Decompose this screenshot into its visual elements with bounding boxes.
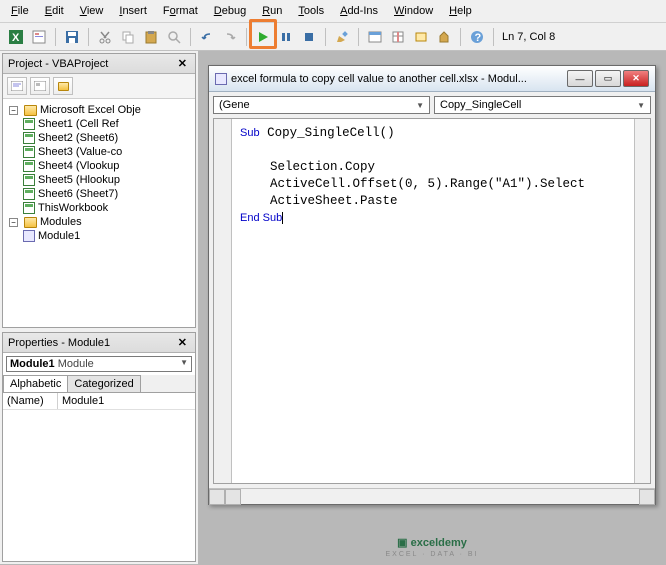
- code-window-titlebar[interactable]: excel formula to copy cell value to anot…: [209, 66, 655, 92]
- close-icon[interactable]: ✕: [175, 336, 190, 349]
- menu-debug[interactable]: Debug: [207, 2, 253, 20]
- horizontal-scrollbar[interactable]: [209, 488, 655, 504]
- sheet-icon: [23, 118, 35, 130]
- break-icon[interactable]: [276, 27, 296, 47]
- properties-object-select[interactable]: Module1 Module ▼: [6, 356, 192, 372]
- collapse-icon[interactable]: −: [9, 106, 18, 115]
- tree-module1[interactable]: Module1: [38, 230, 80, 242]
- tree-sheet[interactable]: Sheet3 (Value-co: [38, 146, 122, 158]
- tree-folder-excel-objects[interactable]: Microsoft Excel Obje: [40, 104, 141, 116]
- sheet-icon: [23, 202, 35, 214]
- menu-run[interactable]: Run: [255, 2, 289, 20]
- scroll-right-icon[interactable]: [639, 489, 655, 505]
- excel-icon[interactable]: X: [6, 27, 26, 47]
- procedure-combo[interactable]: Copy_SingleCell▼: [434, 96, 651, 114]
- menu-format[interactable]: Format: [156, 2, 205, 20]
- full-module-view-icon[interactable]: [225, 489, 241, 505]
- menu-tools[interactable]: Tools: [291, 2, 331, 20]
- project-explorer-icon[interactable]: [365, 27, 385, 47]
- module-icon: [215, 73, 227, 85]
- design-mode-icon[interactable]: [332, 27, 352, 47]
- insert-module-icon[interactable]: [29, 27, 49, 47]
- toolbox-icon[interactable]: [434, 27, 454, 47]
- menu-edit[interactable]: Edit: [38, 2, 71, 20]
- code-window-title: excel formula to copy cell value to anot…: [231, 73, 563, 85]
- folder-icon: [24, 105, 37, 116]
- menu-insert[interactable]: Insert: [112, 2, 154, 20]
- undo-icon[interactable]: [197, 27, 217, 47]
- properties-grid: (Name) Module1: [3, 392, 195, 410]
- redo-icon[interactable]: [220, 27, 240, 47]
- maximize-icon[interactable]: ▭: [595, 70, 621, 87]
- close-icon[interactable]: ✕: [175, 57, 190, 70]
- module-icon: [23, 230, 35, 242]
- sheet-icon: [23, 188, 35, 200]
- copy-icon[interactable]: [118, 27, 138, 47]
- toolbar: X ? Ln 7, Col 8: [0, 23, 666, 51]
- reset-icon[interactable]: [299, 27, 319, 47]
- tree-sheet[interactable]: Sheet6 (Sheet7): [38, 188, 118, 200]
- vertical-scrollbar[interactable]: [634, 119, 650, 483]
- save-icon[interactable]: [62, 27, 82, 47]
- brand-watermark: ▣ exceldemy EXCEL · DATA · BI: [386, 530, 479, 558]
- properties-panel-title: Properties - Module1: [8, 337, 110, 349]
- menu-addins[interactable]: Add-Ins: [333, 2, 385, 20]
- tab-alphabetic[interactable]: Alphabetic: [3, 375, 68, 392]
- close-icon[interactable]: ✕: [623, 70, 649, 87]
- project-explorer-panel: Project - VBAProject ✕ − Microsoft Excel …: [2, 53, 196, 328]
- menu-bar: File Edit View Insert Format Debug Run T…: [0, 0, 666, 23]
- properties-panel: Properties - Module1 ✕ Module1 Module ▼ …: [2, 332, 196, 562]
- menu-view[interactable]: View: [73, 2, 111, 20]
- cursor-position: Ln 7, Col 8: [502, 31, 555, 43]
- tree-sheet[interactable]: Sheet2 (Sheet6): [38, 132, 118, 144]
- menu-file[interactable]: File: [4, 2, 36, 20]
- paste-icon[interactable]: [141, 27, 161, 47]
- svg-text:?: ?: [475, 32, 482, 44]
- sheet-icon: [23, 146, 35, 158]
- view-code-icon[interactable]: [7, 77, 27, 95]
- toggle-folders-icon[interactable]: [53, 77, 73, 95]
- property-name-value[interactable]: Module1: [58, 393, 108, 409]
- tree-sheet[interactable]: Sheet4 (Vlookup: [38, 160, 119, 172]
- sheet-icon: [23, 174, 35, 186]
- code-editor[interactable]: Sub Copy_SingleCell() Selection.Copy Act…: [232, 119, 634, 483]
- svg-text:X: X: [12, 32, 20, 44]
- project-tree[interactable]: − Microsoft Excel Obje Sheet1 (Cell Ref S…: [3, 99, 195, 327]
- chevron-down-icon: ▼: [416, 101, 424, 110]
- tab-categorized[interactable]: Categorized: [67, 375, 140, 392]
- minimize-icon[interactable]: —: [567, 70, 593, 87]
- run-icon[interactable]: [253, 27, 273, 47]
- find-icon[interactable]: [164, 27, 184, 47]
- code-gutter: [214, 119, 232, 483]
- code-window: excel formula to copy cell value to anot…: [208, 65, 656, 505]
- view-object-icon[interactable]: [30, 77, 50, 95]
- menu-help[interactable]: Help: [442, 2, 479, 20]
- help-icon[interactable]: ?: [467, 27, 487, 47]
- object-combo[interactable]: (Gene▼: [213, 96, 430, 114]
- tree-sheet[interactable]: ThisWorkbook: [38, 202, 108, 214]
- tree-sheet[interactable]: Sheet1 (Cell Ref: [38, 118, 119, 130]
- collapse-icon[interactable]: −: [9, 218, 18, 227]
- tree-folder-modules[interactable]: Modules: [40, 216, 82, 228]
- folder-icon: [24, 217, 37, 228]
- project-panel-title: Project - VBAProject: [8, 58, 108, 70]
- properties-icon[interactable]: [388, 27, 408, 47]
- sheet-icon: [23, 160, 35, 172]
- procedure-view-icon[interactable]: [209, 489, 225, 505]
- chevron-down-icon: ▼: [637, 101, 645, 110]
- property-name-label: (Name): [3, 393, 58, 409]
- tree-sheet[interactable]: Sheet5 (Hlookup: [38, 174, 120, 186]
- cut-icon[interactable]: [95, 27, 115, 47]
- sheet-icon: [23, 132, 35, 144]
- object-browser-icon[interactable]: [411, 27, 431, 47]
- menu-window[interactable]: Window: [387, 2, 440, 20]
- property-row[interactable]: (Name) Module1: [3, 393, 195, 410]
